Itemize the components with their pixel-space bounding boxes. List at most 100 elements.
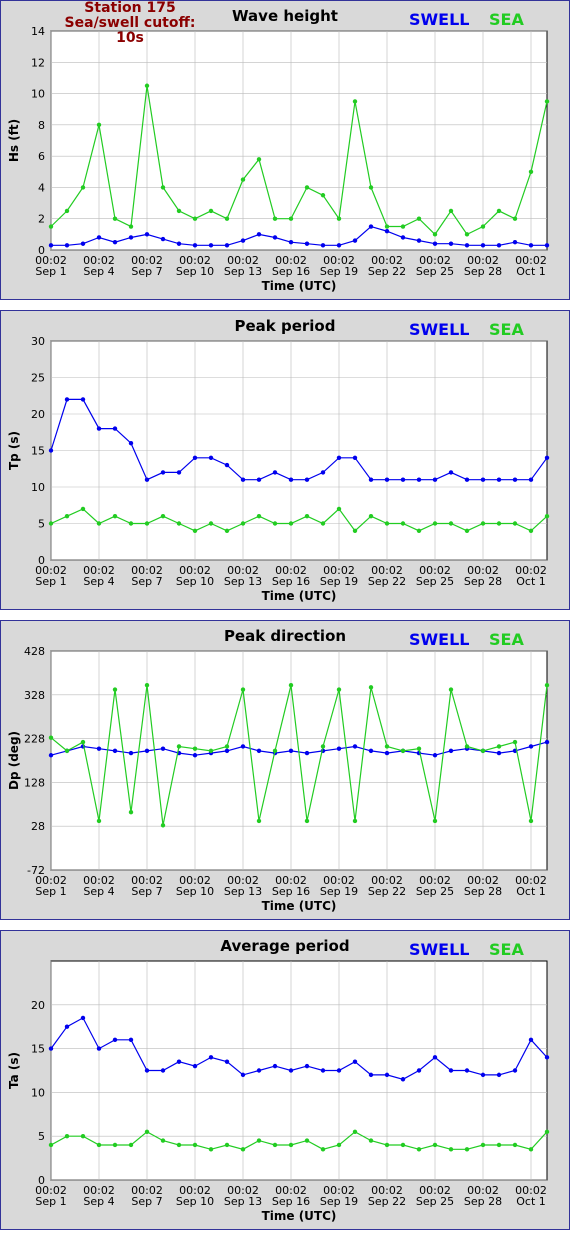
sea-data-point xyxy=(192,1142,198,1148)
swell-data-point xyxy=(320,243,326,248)
sea-data-point xyxy=(256,157,262,162)
x-tick-date: Sep 25 xyxy=(416,885,454,898)
x-tick-date: Sep 19 xyxy=(320,1195,358,1208)
swell-data-point xyxy=(128,750,134,756)
sea-data-point xyxy=(112,687,118,692)
swell-data-point xyxy=(352,238,358,243)
sea-data-point xyxy=(176,521,182,526)
swell-data-point xyxy=(272,470,278,475)
swell-data-point xyxy=(96,1046,102,1051)
swell-data-point xyxy=(80,1015,86,1021)
sea-data-point xyxy=(80,1134,86,1139)
sea-data-point xyxy=(480,224,486,229)
sea-data-point xyxy=(80,185,86,190)
x-axis-label: Time (UTC) xyxy=(262,589,337,603)
swell-data-point xyxy=(224,462,230,468)
sea-data-point xyxy=(96,122,102,128)
swell-data-point xyxy=(400,235,406,240)
sea-data-point xyxy=(432,1142,438,1148)
sea-data-point xyxy=(496,744,502,749)
sea-data-point xyxy=(160,185,166,190)
x-tick-date: Oct 1 xyxy=(516,265,546,278)
x-tick-date: Sep 13 xyxy=(224,575,262,588)
x-tick-date: Sep 25 xyxy=(416,1195,454,1208)
swell-data-point xyxy=(224,748,230,754)
x-tick-date: Sep 28 xyxy=(464,885,502,898)
sea-data-point xyxy=(432,232,438,237)
sea-data-point xyxy=(144,1129,150,1135)
plot-area xyxy=(50,30,548,251)
sea-data-point xyxy=(64,208,70,214)
y-axis-label: Tp (s) xyxy=(7,431,21,470)
sea-data-point xyxy=(528,528,534,533)
sea-data-point xyxy=(496,521,502,526)
y-axis-label: Ta (s) xyxy=(7,1052,21,1089)
swell-data-point xyxy=(416,477,422,482)
sea-data-point xyxy=(384,1142,390,1148)
sea-data-point xyxy=(240,687,246,692)
swell-data-point xyxy=(128,1037,134,1043)
swell-data-point xyxy=(512,239,518,245)
x-tick-date: Oct 1 xyxy=(516,885,546,898)
swell-data-point xyxy=(48,448,54,453)
swell-data-point xyxy=(448,470,454,475)
swell-data-point xyxy=(448,1068,454,1073)
swell-data-point xyxy=(512,1068,518,1073)
sea-data-point xyxy=(400,748,406,754)
sea-data-point xyxy=(304,1138,310,1143)
swell-data-point xyxy=(528,477,534,482)
sea-data-point xyxy=(64,514,70,519)
sea-data-point xyxy=(240,521,246,526)
legend-sea: SEA xyxy=(489,320,524,339)
chart-title: Peak period xyxy=(234,317,336,335)
sea-data-point xyxy=(432,818,438,824)
y-tick-label: 5 xyxy=(38,518,45,531)
y-tick-label: 128 xyxy=(24,776,45,789)
swell-data-point xyxy=(352,455,358,460)
legend-swell: SWELL xyxy=(409,940,470,959)
swell-data-point xyxy=(352,744,358,749)
y-tick-label: 20 xyxy=(31,408,45,421)
y-tick-label: 28 xyxy=(31,820,45,833)
x-tick-date: Sep 16 xyxy=(272,1195,310,1208)
sea-data-point xyxy=(160,514,166,519)
swell-data-point xyxy=(256,232,262,237)
peak-direction-chart: -722812822832842800:02Sep 100:02Sep 400:… xyxy=(7,645,550,913)
x-tick-date: Sep 28 xyxy=(464,265,502,278)
swell-data-point xyxy=(464,477,470,482)
sea-data-point xyxy=(208,208,214,214)
sea-data-point xyxy=(240,1147,246,1152)
swell-data-point xyxy=(304,750,310,756)
swell-data-point xyxy=(144,232,150,237)
swell-data-point xyxy=(496,243,502,248)
sea-data-point xyxy=(144,521,150,526)
x-tick-date: Sep 1 xyxy=(35,575,66,588)
y-axis-label: Hs (ft) xyxy=(7,119,21,162)
x-tick-date: Sep 1 xyxy=(35,265,66,278)
sea-data-point xyxy=(320,521,326,526)
x-tick-date: Sep 7 xyxy=(131,1195,162,1208)
sea-data-point xyxy=(192,216,198,221)
swell-data-point xyxy=(480,477,486,482)
x-tick-date: Sep 28 xyxy=(464,575,502,588)
sea-data-point xyxy=(544,682,550,688)
x-tick-date: Sep 28 xyxy=(464,1195,502,1208)
y-tick-label: 10 xyxy=(31,88,45,101)
swell-data-point xyxy=(144,477,150,482)
x-tick-date: Sep 25 xyxy=(416,265,454,278)
plot-area xyxy=(50,650,548,871)
sea-data-point xyxy=(512,216,518,221)
sea-data-point xyxy=(80,739,86,745)
sea-data-point xyxy=(416,1147,422,1152)
sea-data-point xyxy=(448,687,454,692)
swell-data-point xyxy=(384,229,390,234)
swell-data-point xyxy=(160,746,166,751)
sea-data-point xyxy=(288,1142,294,1148)
swell-data-point xyxy=(160,1068,166,1073)
average-period-panel: 0 5 10 15 20 00:02 Sep 1 00:02 Sep 4 00:02 Sep 7 00… xyxy=(0,930,570,1230)
swell-data-point xyxy=(160,470,166,475)
sea-data-point xyxy=(384,744,390,749)
swell-data-point xyxy=(528,744,534,749)
sea-data-point xyxy=(176,208,182,214)
sea-data-point xyxy=(272,521,278,526)
